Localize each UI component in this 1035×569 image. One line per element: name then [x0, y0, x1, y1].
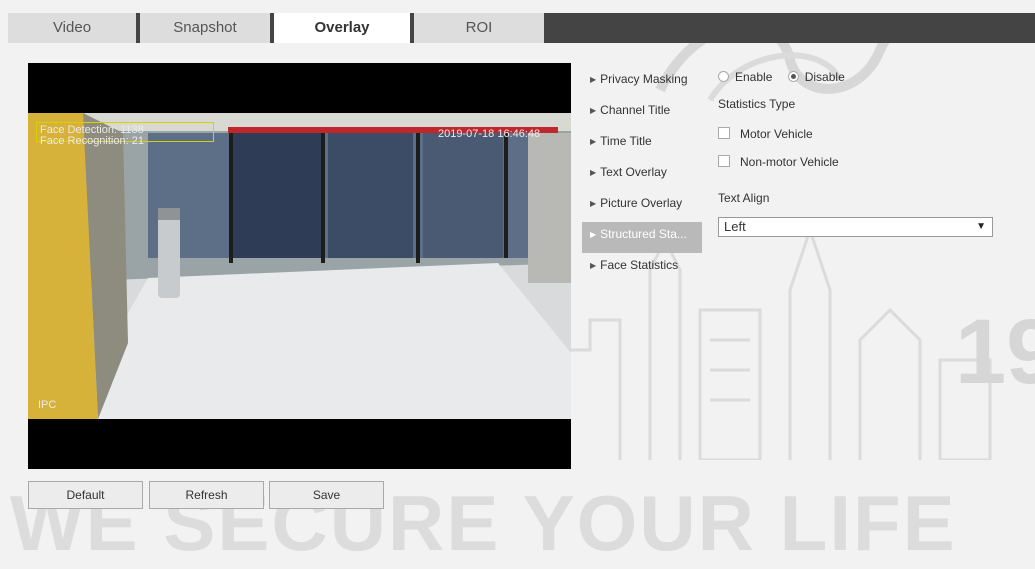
watermark-year: 19	[955, 301, 1035, 403]
refresh-button[interactable]: Refresh	[149, 481, 264, 509]
triangle-right-icon: ▶	[590, 168, 597, 177]
camera-scene	[28, 113, 571, 419]
statistics-type-label: Statistics Type	[718, 97, 796, 111]
triangle-right-icon: ▶	[590, 199, 597, 208]
text-align-select[interactable]: Left ▼	[718, 217, 993, 237]
menu-item-time-title[interactable]: ▶ Time Title	[582, 129, 702, 160]
menu-item-privacy-masking[interactable]: ▶ Privacy Masking	[582, 67, 702, 98]
enable-label: Enable	[735, 70, 773, 84]
enable-radio[interactable]	[718, 71, 729, 82]
motor-vehicle-checkbox[interactable]	[718, 127, 730, 139]
dropdown-arrow-icon: ▼	[976, 221, 986, 232]
triangle-right-icon: ▶	[590, 261, 597, 270]
overlay-menu: ▶ Privacy Masking ▶ Channel Title ▶ Time Ti…	[582, 67, 702, 284]
osd-face-recognition: Face Recognition: 21	[40, 135, 144, 147]
triangle-right-icon: ▶	[590, 106, 597, 115]
tab-roi[interactable]: ROI	[414, 13, 544, 43]
disable-radio[interactable]	[787, 71, 799, 82]
tab-video[interactable]: Video	[8, 13, 136, 43]
menu-item-face-statistics[interactable]: ▶ Face Statistics	[582, 253, 702, 284]
triangle-right-icon: ▶	[590, 230, 597, 239]
non-motor-vehicle-label: Non-motor Vehicle	[740, 155, 839, 169]
motor-vehicle-label: Motor Vehicle	[740, 127, 813, 141]
menu-item-structured-statistics[interactable]: ▶ Structured Sta...	[582, 222, 702, 253]
menu-item-picture-overlay[interactable]: ▶ Picture Overlay	[582, 191, 702, 222]
osd-channel-title: IPC	[38, 399, 57, 411]
tab-overlay[interactable]: Overlay	[274, 13, 410, 43]
non-motor-vehicle-checkbox[interactable]	[718, 155, 730, 167]
tab-snapshot[interactable]: Snapshot	[140, 13, 270, 43]
menu-item-channel-title[interactable]: ▶ Channel Title	[582, 98, 702, 129]
osd-timestamp: 2019-07-18 16:46:48	[438, 128, 541, 140]
triangle-right-icon: ▶	[590, 75, 597, 84]
disable-label: Disable	[804, 70, 845, 84]
save-button[interactable]: Save	[269, 481, 384, 509]
tab-bar: Video Snapshot Overlay ROI	[8, 13, 1035, 43]
text-align-label: Text Align	[718, 191, 770, 205]
video-preview: Face Detection: 1138 Face Recognition: 2…	[28, 63, 571, 469]
menu-item-text-overlay[interactable]: ▶ Text Overlay	[582, 160, 702, 191]
default-button[interactable]: Default	[28, 481, 143, 509]
triangle-right-icon: ▶	[590, 137, 597, 146]
text-align-value: Left	[724, 219, 746, 234]
